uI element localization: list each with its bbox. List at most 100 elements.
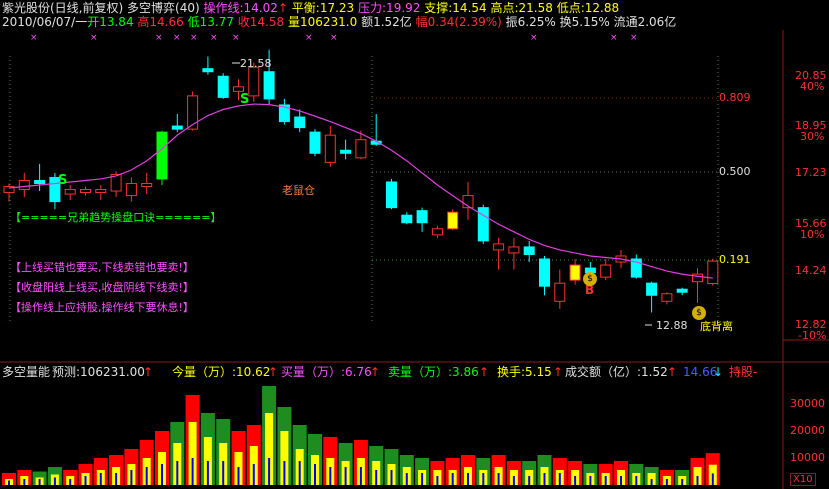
stock-title: 紫光股份(日线,前复权) [2, 1, 124, 15]
tip-line-3: 【操作线上应持股,操作线下要休息!】 [10, 301, 194, 314]
volume-sell-bar [375, 470, 378, 485]
volume-sell-bar [405, 473, 408, 485]
volume-sell-bar [359, 467, 362, 485]
volume-sell-bar [23, 479, 26, 485]
sell-signal-s-2: S [240, 92, 250, 107]
volume-sell-bar [99, 473, 102, 485]
money-bag-icon-1: $ [583, 272, 597, 286]
volume-sell-bar [298, 461, 301, 485]
candle [447, 209, 459, 231]
vol-scale-badge: X10 [790, 473, 816, 486]
pct-tick-minus-10: -10% [798, 329, 827, 342]
volume-group [537, 455, 552, 485]
volume-group [277, 407, 292, 485]
volume-group [109, 455, 124, 485]
volume-group [139, 440, 154, 485]
volume-group [2, 473, 16, 485]
candle-body [707, 260, 719, 284]
volume-sell-bar [252, 464, 255, 485]
candle-body [676, 288, 688, 293]
sell-volume-value: 卖量（万）:3.86 [388, 365, 479, 379]
volume-group [491, 455, 506, 485]
candle-body [80, 189, 91, 194]
change-value: 幅0.34(2.39%) [415, 15, 502, 29]
pct-tick-40: 40% [800, 80, 825, 93]
volume-group [32, 471, 47, 485]
volume-group [461, 455, 475, 485]
candle-body [64, 189, 76, 195]
open-value: 开13.84 [87, 15, 134, 29]
candle-body [523, 246, 535, 255]
close-value: 收14.58 [237, 15, 285, 29]
volume-group [369, 446, 384, 485]
volume-group [47, 467, 62, 485]
vol-tick-30000: 30000 [790, 397, 825, 410]
candle-body [324, 134, 336, 163]
volume-group [216, 419, 231, 485]
top-signal-mark-10: × [610, 33, 618, 43]
volume-value: 量106231.0 [287, 15, 358, 29]
candle-body [309, 131, 321, 154]
volume-sell-bar [237, 467, 240, 485]
price-down-arrow-icon: ↓ [713, 365, 724, 379]
volume-sell-bar [329, 467, 332, 485]
volume-group [353, 440, 368, 485]
sell-arrow-icon: ↑ [479, 365, 490, 379]
trade-amount-value: 成交额（亿）:1.52 [565, 365, 668, 379]
candle-body [171, 125, 183, 130]
buy-arrow-icon: ↑ [370, 365, 381, 379]
top-signal-mark-5: × [210, 33, 218, 43]
candle-body [431, 228, 443, 236]
volume-group [78, 464, 93, 485]
top-signal-mark-7: × [305, 33, 313, 43]
top-signal-mark-1: × [90, 33, 98, 43]
volume-sell-bar [53, 477, 56, 485]
volume-sell-bar [467, 473, 469, 485]
candle-body [355, 139, 367, 159]
price-tick-14-24: 14.24 [795, 264, 827, 277]
candle-body [18, 179, 30, 191]
volume-sell-bar [528, 476, 531, 485]
volume-sell-bar [681, 479, 684, 485]
volume-sell-bar [268, 458, 271, 485]
candle-body [34, 179, 46, 184]
volume-group [644, 467, 659, 485]
volume-group [614, 461, 628, 485]
volume-group [522, 461, 537, 485]
tips-title: 【=====兄弟趋势操盘口诀======】 [10, 211, 222, 224]
volume-group [506, 461, 521, 485]
volume-sell-bar [421, 473, 424, 485]
top-signal-mark-2: × [155, 33, 163, 43]
top-signal-mark-3: × [173, 33, 181, 43]
pct-tick-30: 30% [800, 130, 825, 143]
volume-group [185, 395, 200, 485]
volume-group [675, 470, 690, 485]
balance-value: 平衡:17.23 [291, 1, 355, 15]
volume-panel-name: 多空量能 [2, 365, 51, 379]
low-value: 低13.77 [187, 15, 234, 29]
volume-group [705, 453, 720, 485]
volume-group [170, 422, 185, 485]
fib-level-0500: 0.500 [719, 165, 751, 178]
volume-sell-bar [222, 461, 225, 485]
candle-body [646, 282, 658, 296]
volume-sell-bar [130, 470, 133, 485]
candle-body [386, 181, 397, 209]
candle [217, 73, 229, 99]
turnover-arrow-icon: ↑ [553, 365, 564, 379]
candle-body [554, 282, 566, 302]
sell-signal-s-1: S [58, 173, 68, 188]
volume-sell-bar [8, 480, 10, 485]
volume-group [445, 458, 460, 485]
candle-body [493, 243, 505, 251]
volume-sell-bar [620, 476, 622, 485]
hold-status: 持股- [729, 365, 758, 379]
amount-value: 额1.52亿 [361, 15, 412, 29]
high-value: 高14.66 [137, 15, 184, 29]
candle-body [202, 68, 214, 73]
volume-sell-bar [543, 473, 546, 485]
volume-sell-bar [482, 473, 485, 485]
header-line-1: 紫光股份(日线,前复权) 多空博弈(40) 操作线:14.02↑ 平衡:17.2… [2, 1, 620, 15]
volume-group [17, 470, 32, 485]
candle-body [95, 189, 107, 194]
